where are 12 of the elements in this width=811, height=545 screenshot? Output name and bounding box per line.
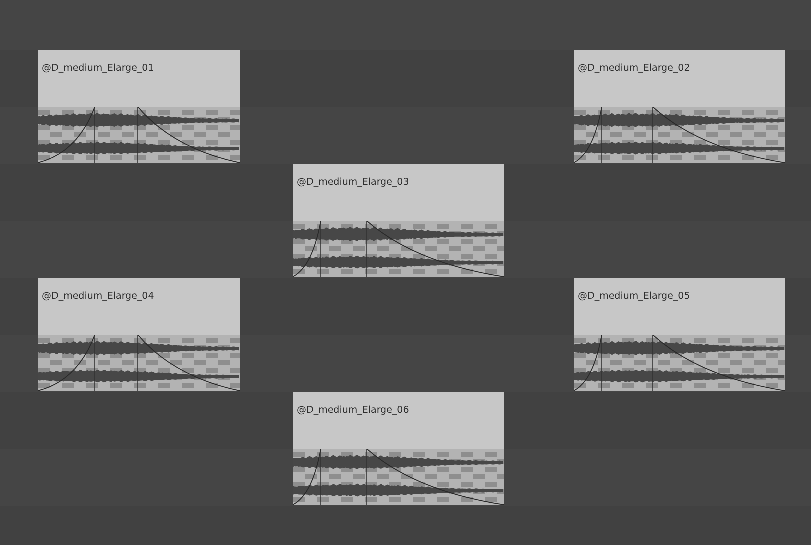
audio-clip[interactable]: @D_medium_Elarge_01 bbox=[38, 50, 240, 163]
clip-name: @D_medium_Elarge_03 bbox=[297, 177, 410, 188]
audio-clip[interactable]: @D_medium_Elarge_04 bbox=[38, 278, 240, 391]
clip-name: @D_medium_Elarge_04 bbox=[42, 291, 154, 302]
clip-name: @D_medium_Elarge_05 bbox=[578, 291, 690, 302]
audio-clip[interactable]: @D_medium_Elarge_05 bbox=[574, 278, 785, 391]
clip-name: @D_medium_Elarge_01 bbox=[42, 63, 154, 74]
audio-clip[interactable]: @D_medium_Elarge_03 bbox=[293, 164, 504, 277]
clip-name: @D_medium_Elarge_06 bbox=[297, 405, 410, 416]
clip-name: @D_medium_Elarge_02 bbox=[578, 63, 690, 74]
audio-clip[interactable]: @D_medium_Elarge_06 bbox=[293, 392, 504, 505]
audio-clip[interactable]: @D_medium_Elarge_02 bbox=[574, 50, 785, 163]
